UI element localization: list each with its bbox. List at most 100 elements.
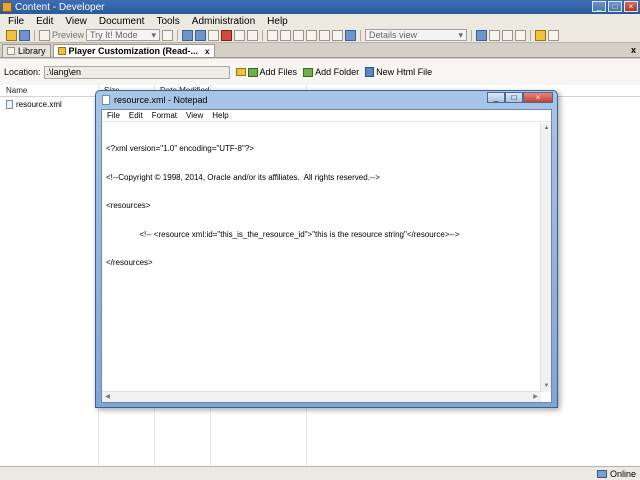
layout-split-icon[interactable]	[502, 29, 514, 41]
view-select[interactable]: Details view ▾	[365, 29, 468, 41]
toolbar-separator	[530, 29, 532, 41]
toolbar-separator	[471, 29, 473, 41]
scroll-right-icon[interactable]: ▶	[530, 392, 541, 403]
notepad-menu-help[interactable]: Help	[212, 111, 228, 120]
chevron-down-icon: ▾	[458, 29, 464, 40]
toolbar-separator	[177, 29, 179, 41]
refresh-icon[interactable]	[247, 29, 259, 41]
maximize-button[interactable]: □	[608, 1, 622, 12]
tab-strip: Library Player Customization (Read-... x	[0, 43, 640, 58]
up-folder-button[interactable]	[235, 68, 246, 76]
player-icon	[57, 47, 66, 55]
toolbar-separator	[262, 29, 264, 41]
help-icon[interactable]	[345, 29, 357, 41]
notepad-client-area: File Edit Format View Help <?xml version…	[101, 109, 552, 403]
notepad-window[interactable]: resource.xml - Notepad _ □ × File Edit F…	[95, 90, 558, 408]
notepad-text-area[interactable]: <?xml version="1.0" encoding="UTF-8"?> <…	[106, 125, 540, 389]
file-name: resource.xml	[16, 100, 62, 109]
main-window-title: Content - Developer	[15, 1, 105, 13]
insert-icon[interactable]	[293, 29, 305, 41]
export-icon[interactable]	[535, 29, 547, 41]
paste-icon[interactable]	[208, 29, 220, 41]
chevron-down-icon: ▾	[151, 29, 157, 40]
scroll-left-icon[interactable]: ◀	[102, 392, 113, 403]
layout-columns-icon[interactable]	[515, 29, 527, 41]
horizontal-scrollbar[interactable]: ◀ ▶	[102, 391, 541, 402]
scroll-up-icon[interactable]: ▲	[541, 123, 552, 134]
notepad-minimize-button[interactable]: _	[487, 92, 505, 103]
menu-tools[interactable]: Tools	[156, 16, 179, 27]
tab-player-customization[interactable]: Player Customization (Read-... x	[52, 44, 215, 57]
new-html-file-button[interactable]: New Html File	[365, 67, 432, 77]
layout-list-icon[interactable]	[489, 29, 501, 41]
status-bar: Online	[0, 466, 640, 480]
preview-button[interactable]: Preview	[52, 30, 84, 40]
notepad-maximize-button[interactable]: □	[505, 92, 523, 103]
menu-help[interactable]: Help	[267, 16, 288, 27]
text-line: <!--Copyright © 1998, 2014, Oracle and/o…	[106, 172, 380, 182]
app-icon	[2, 2, 12, 12]
menu-view[interactable]: View	[65, 16, 87, 27]
add-folder-button[interactable]: Add Folder	[303, 67, 359, 77]
tab-player-label: Player Customization (Read-...	[68, 46, 199, 56]
html-file-icon	[365, 67, 375, 77]
remove-icon[interactable]	[306, 29, 318, 41]
preview-icon[interactable]	[39, 29, 50, 41]
toolbar: Preview Try It! Mode ▾ Details view ▾	[0, 28, 640, 43]
xml-file-icon	[6, 100, 13, 109]
tab-library-label: Library	[18, 46, 46, 56]
tab-close-button[interactable]: x	[205, 47, 209, 56]
notepad-menu-bar: File Edit Format View Help	[102, 110, 551, 122]
notepad-menu-format[interactable]: Format	[152, 111, 177, 120]
toolbar-separator	[34, 29, 35, 41]
scroll-down-icon[interactable]: ▼	[541, 381, 552, 392]
layout-details-icon[interactable]	[476, 29, 488, 41]
text-line: <!-- <resource xml:id="this_is_the_resou…	[106, 229, 460, 239]
copy-icon[interactable]	[195, 29, 207, 41]
vertical-scrollbar[interactable]: ▲ ▼	[540, 123, 551, 392]
list-item[interactable]: resource.xml	[6, 100, 62, 109]
mode-select[interactable]: Try It! Mode ▾	[86, 29, 161, 41]
text-line: <?xml version="1.0" encoding="UTF-8"?>	[106, 144, 254, 153]
tab-library[interactable]: Library	[2, 44, 51, 57]
notepad-menu-file[interactable]: File	[107, 111, 120, 120]
notepad-menu-edit[interactable]: Edit	[129, 111, 143, 120]
new-html-file-label: New Html File	[376, 67, 433, 77]
menu-edit[interactable]: Edit	[36, 16, 53, 27]
column-header-name[interactable]: Name	[0, 86, 98, 95]
cut-icon[interactable]	[182, 29, 194, 41]
add-files-label: Add Files	[259, 67, 298, 77]
location-input[interactable]: .\lang\en	[43, 65, 230, 79]
text-line: </resources>	[106, 258, 153, 267]
notepad-close-button[interactable]: ×	[523, 92, 553, 103]
folder-up-icon	[235, 68, 246, 76]
redo-icon[interactable]	[280, 29, 292, 41]
open-icon[interactable]	[6, 29, 17, 41]
mode-select-value: Try It! Mode	[90, 30, 138, 40]
menu-administration[interactable]: Administration	[192, 16, 255, 27]
status-text: Online	[609, 469, 636, 479]
menu-file[interactable]: File	[8, 16, 24, 27]
notepad-icon	[102, 95, 110, 105]
undo-icon[interactable]	[267, 29, 279, 41]
find-icon[interactable]	[319, 29, 331, 41]
spell-check-icon[interactable]	[332, 29, 344, 41]
settings-icon[interactable]	[548, 29, 560, 41]
main-title-bar: Content - Developer _ □ ×	[0, 0, 640, 14]
notepad-title: resource.xml - Notepad	[114, 95, 208, 105]
delete-icon[interactable]	[221, 29, 233, 41]
view-select-value: Details view	[369, 30, 418, 40]
add-folder-icon	[303, 67, 314, 77]
connection-status: Online	[596, 469, 636, 479]
add-files-button[interactable]: Add Files	[247, 67, 298, 77]
save-icon[interactable]	[19, 29, 30, 41]
notepad-menu-view[interactable]: View	[186, 111, 203, 120]
location-label: Location:	[4, 67, 41, 77]
rename-icon[interactable]	[234, 29, 246, 41]
menu-bar: File Edit View Document Tools Administra…	[0, 14, 640, 28]
properties-icon[interactable]	[162, 29, 174, 41]
panel-close-button[interactable]: x	[631, 45, 636, 55]
minimize-button[interactable]: _	[592, 1, 606, 12]
close-button[interactable]: ×	[624, 1, 638, 12]
menu-document[interactable]: Document	[99, 16, 145, 27]
